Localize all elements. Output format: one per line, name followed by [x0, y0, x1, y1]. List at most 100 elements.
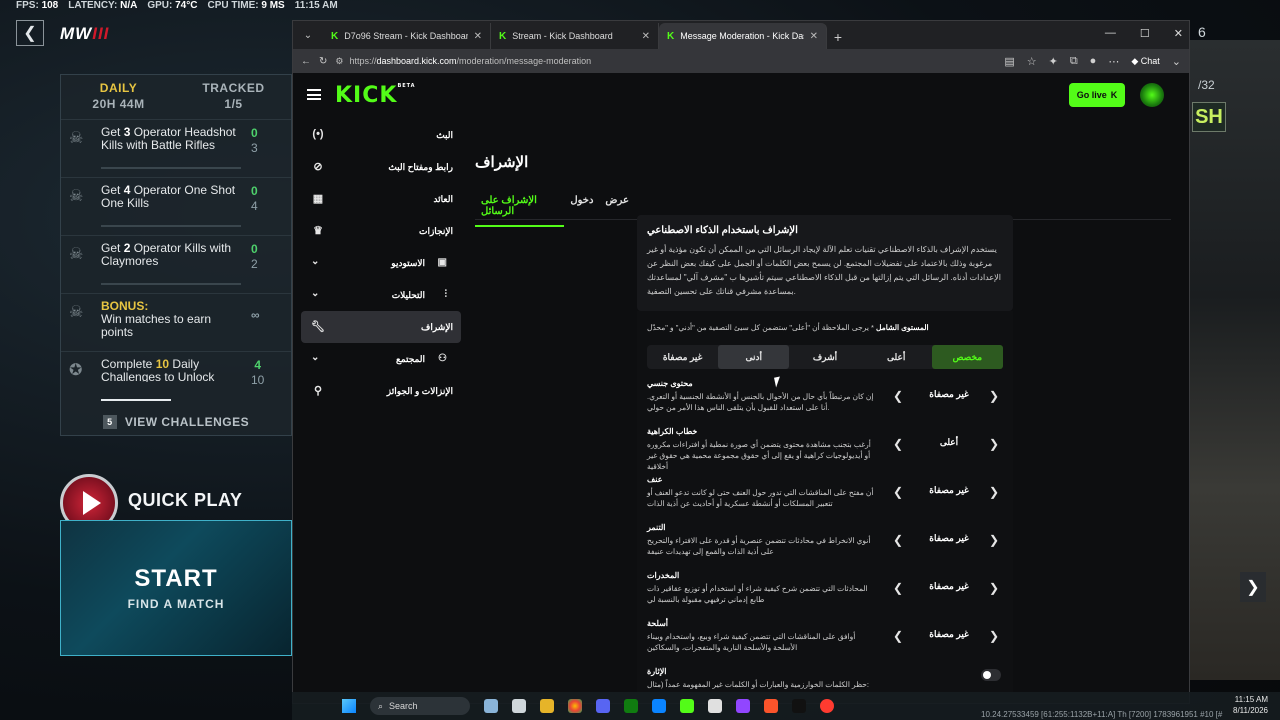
kick-favicon-icon: K	[499, 30, 507, 42]
view-challenges-button[interactable]: 5 VIEW CHALLENGES	[60, 408, 292, 436]
drops-icon: ⚲	[313, 385, 323, 397]
player-count: /32	[1198, 78, 1215, 92]
profile-icon[interactable]: ●	[1090, 55, 1097, 67]
chevron-down-icon[interactable]: ⌄	[1172, 55, 1181, 68]
go-live-button[interactable]: Go live K	[1069, 83, 1125, 107]
chevron-right-icon[interactable]: ❯	[989, 389, 999, 403]
sidebar-item-revenue[interactable]: ▦ العائد	[301, 183, 461, 215]
sidebar-item-studio[interactable]: ⌄ ▣ الاستوديو	[301, 247, 461, 279]
chevron-left-icon[interactable]: ❮	[893, 533, 903, 547]
chevron-right-icon[interactable]: ❯	[989, 629, 999, 643]
challenge-item[interactable]: ☠ Get 2 Operator Kills with Claymores 02	[61, 235, 291, 293]
challenge-item[interactable]: ☠ Get 4 Operator One Shot One Kills 04	[61, 177, 291, 235]
back-icon[interactable]: ←	[301, 56, 311, 67]
level-unfiltered[interactable]: غير مصفاة	[647, 345, 718, 369]
minimize-icon[interactable]: —	[1105, 27, 1116, 40]
tab-tracked[interactable]: TRACKED 1/5	[176, 81, 291, 111]
obs-icon[interactable]	[820, 699, 834, 713]
taskbar-search[interactable]: ⌕ Search	[370, 697, 470, 715]
chevron-right-icon[interactable]: ❯	[989, 485, 999, 499]
twitch-icon[interactable]	[736, 699, 750, 713]
ai-moderation-title: الإشراف باستخدام الذكاء الاصطناعي	[647, 225, 798, 236]
challenge-item-unlock[interactable]: ✪ Complete 10 Daily Challenges to Unlock…	[61, 351, 291, 409]
close-icon[interactable]: ✕	[474, 31, 482, 42]
sidebar-item-stream[interactable]: (•) البث	[301, 119, 461, 151]
sidebar-item-achievements[interactable]: ♛ الإنجازات	[301, 215, 461, 247]
taskbar-clock[interactable]: 11:15 AM 8/11/2026	[1233, 694, 1268, 716]
tab-view[interactable]: عرض	[599, 189, 635, 227]
sidebar-item-community[interactable]: ⌄ ⚇ المجتمع	[301, 343, 461, 375]
sidebar-item-moderation[interactable]: 🔧︎ الإشراف	[301, 311, 461, 343]
tab-login[interactable]: دخول	[564, 189, 599, 227]
menu-icon[interactable]	[307, 89, 321, 100]
collections-icon[interactable]: ⧉	[1070, 55, 1078, 68]
new-tab-button[interactable]: +	[827, 29, 849, 45]
back-button[interactable]: ❮	[16, 20, 44, 46]
arrow-left-icon: ❮	[23, 25, 37, 42]
kick-logo[interactable]: KICKBETA	[335, 83, 416, 108]
app-icon[interactable]	[708, 699, 722, 713]
chevron-left-icon[interactable]: ❮	[893, 389, 903, 403]
tab-message-moderation[interactable]: الإشراف على الرسائل	[475, 189, 565, 227]
file-explorer-icon[interactable]	[540, 699, 554, 713]
reload-icon[interactable]: ↻	[319, 56, 327, 67]
widgets-icon[interactable]	[484, 699, 498, 713]
chevron-left-icon[interactable]: ❮	[893, 485, 903, 499]
tab-strip: ⌄ K D7o96 Stream - Kick Dashboard ✕ K Strea…	[293, 21, 1189, 49]
sidebar-item-analytics[interactable]: ⌄ ⫶ التحليلات	[301, 279, 461, 311]
chevron-right-icon[interactable]: ❯	[989, 437, 999, 451]
sidebar-item-drops[interactable]: ⚲ الإنزالات و الجوائز	[301, 375, 461, 407]
category-violence: عنف أن مفتح على المناقشات التي تدور حول …	[647, 475, 1000, 508]
chart-icon: ⫶	[444, 289, 448, 300]
chevron-left-icon[interactable]: ❮	[893, 437, 903, 451]
maximize-icon[interactable]: ☐	[1140, 27, 1150, 40]
site-info-icon[interactable]: ⚙	[335, 56, 343, 67]
progress-bar	[101, 399, 171, 401]
level-highest[interactable]: أعلى	[861, 345, 932, 369]
app-icon[interactable]	[680, 699, 694, 713]
browser-tab[interactable]: K Stream - Kick Dashboard ✕	[491, 23, 659, 49]
challenge-item-bonus[interactable]: ☠ BONUS: Win matches to earn points ∞	[61, 293, 291, 351]
trophy-icon: ♛	[313, 225, 323, 237]
filter-settings: المستوى الشامل * يرجى الملاحظة أن "أعلى"…	[637, 311, 1013, 703]
challenge-item[interactable]: ☠ Get 3 Operator Headshot Kills with Bat…	[61, 119, 291, 177]
task-view-icon[interactable]	[512, 699, 526, 713]
star-icon[interactable]: ☆	[1027, 55, 1037, 68]
next-arrow-button[interactable]: ❯	[1240, 572, 1266, 602]
discord-icon[interactable]	[596, 699, 610, 713]
chevron-right-icon[interactable]: ❯	[989, 533, 999, 547]
tiktok-icon[interactable]	[792, 699, 806, 713]
skull-icon: ☠	[69, 246, 84, 263]
chevron-down-icon: ⌄	[311, 352, 320, 363]
close-icon[interactable]: ✕	[810, 31, 818, 42]
game-logo: MWIII	[60, 24, 110, 43]
url-field[interactable]: ⚙ https://dashboard.kick.com/moderation/…	[335, 52, 996, 70]
level-moderate[interactable]: أشرف	[789, 345, 860, 369]
level-lowest[interactable]: أدنى	[718, 345, 790, 369]
xbox-icon[interactable]	[624, 699, 638, 713]
brave-icon[interactable]	[764, 699, 778, 713]
browser-tab-active[interactable]: K Message Moderation - Kick Dash ✕	[659, 23, 827, 49]
tab-search-icon[interactable]: ⌄	[297, 24, 319, 46]
avatar[interactable]	[1140, 83, 1164, 107]
sidebar-item-stream-key[interactable]: ⊘ رابط ومفتاح البث	[301, 151, 461, 183]
skull-icon: ☠	[69, 304, 84, 321]
chevron-left-icon[interactable]: ❮	[893, 629, 903, 643]
chevron-right-icon[interactable]: ❯	[989, 581, 999, 595]
spam-toggle[interactable]	[981, 669, 1001, 681]
close-icon[interactable]: ✕	[642, 31, 650, 42]
reader-icon[interactable]: ▤	[1004, 55, 1014, 68]
start-button[interactable]: START FIND A MATCH	[60, 520, 292, 656]
browser-tab[interactable]: K D7o96 Stream - Kick Dashboard ✕	[323, 23, 491, 49]
windows-start-icon[interactable]	[342, 699, 356, 713]
hud-time: 11:15 AM	[294, 0, 338, 11]
extensions-icon[interactable]: ✦	[1049, 55, 1058, 68]
edge-icon[interactable]	[652, 699, 666, 713]
chat-button[interactable]: ◆ Chat	[1131, 56, 1159, 67]
close-window-icon[interactable]: ✕	[1174, 27, 1183, 40]
level-custom[interactable]: مخصص	[931, 345, 1003, 369]
chevron-left-icon[interactable]: ❮	[893, 581, 903, 595]
chrome-icon[interactable]	[568, 699, 582, 713]
tab-daily[interactable]: DAILY 20H 44M	[61, 81, 176, 111]
more-icon[interactable]: ⋯	[1108, 55, 1119, 68]
